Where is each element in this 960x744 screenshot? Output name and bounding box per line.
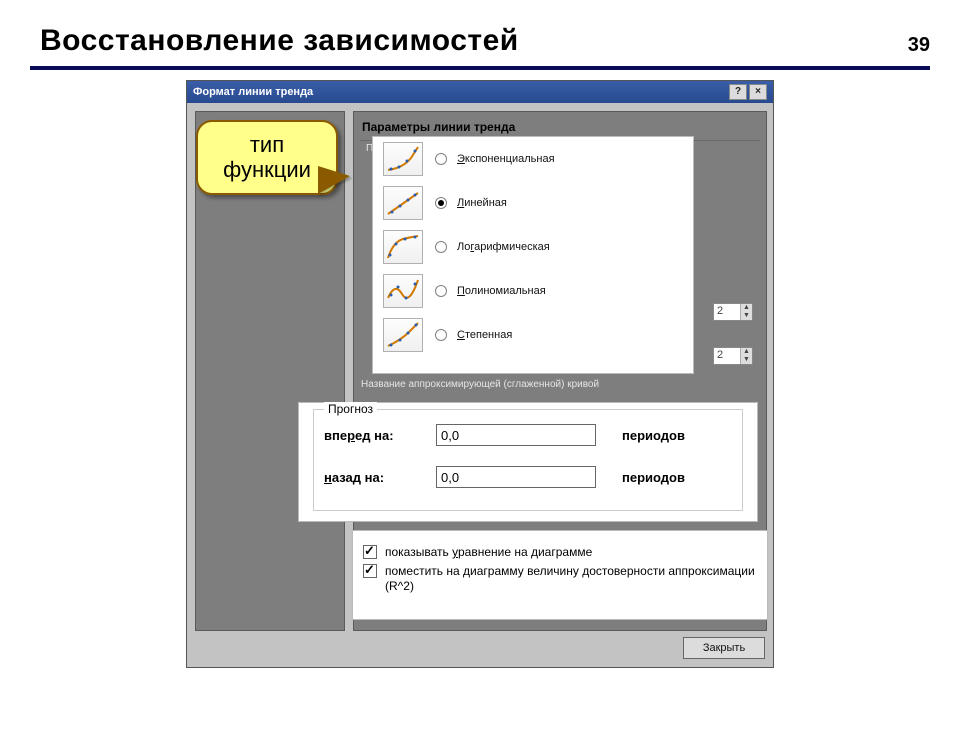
titlebar: Формат линии тренда ? × <box>187 81 773 103</box>
trend-type-label: Линейная <box>457 197 507 209</box>
radio-icon[interactable] <box>435 153 447 165</box>
window-title: Формат линии тренда <box>193 86 313 98</box>
forward-input[interactable] <box>436 424 596 446</box>
radio-icon[interactable] <box>435 197 447 209</box>
trend-type-label: Логарифмическая <box>457 241 550 253</box>
stage: Формат линии тренда ? × Тень Параметры л… <box>186 80 774 668</box>
trend-type-power[interactable]: Степенная <box>373 313 693 357</box>
check-label: показывать уравнение на диаграмме <box>385 545 592 560</box>
backward-label: назад на: <box>324 470 436 485</box>
right-pane-heading: Параметры линии тренда <box>362 120 758 134</box>
trend-type-log[interactable]: Логарифмическая <box>373 225 693 269</box>
forward-label: вперед на: <box>324 428 436 443</box>
backward-input[interactable] <box>436 466 596 488</box>
help-button[interactable]: ? <box>729 84 747 100</box>
power-thumb-icon <box>383 318 423 352</box>
checkbox-panel: показывать уравнение на диаграмме помест… <box>352 530 768 620</box>
forecast-panel: Прогноз вперед на: периодов назад на: пе… <box>298 402 758 522</box>
exponential-thumb-icon <box>383 142 423 176</box>
close-window-button[interactable]: × <box>749 84 767 100</box>
forecast-fieldset: Прогноз вперед на: периодов назад на: пе… <box>313 409 743 511</box>
log-thumb-icon <box>383 230 423 264</box>
trend-type-poly[interactable]: Полиномиальная <box>373 269 693 313</box>
radio-icon[interactable] <box>435 285 447 297</box>
linear-thumb-icon <box>383 186 423 220</box>
trend-types-panel: Экспоненциальная Линейная Логарифмическа… <box>372 136 694 374</box>
forecast-backward-row: назад на: периодов <box>324 460 732 494</box>
trend-type-linear[interactable]: Линейная <box>373 181 693 225</box>
radio-icon[interactable] <box>435 241 447 253</box>
forecast-legend: Прогноз <box>324 402 377 416</box>
radio-icon[interactable] <box>435 329 447 341</box>
trend-type-label: Полиномиальная <box>457 285 546 297</box>
checkbox-icon[interactable] <box>363 564 377 578</box>
trend-type-label: Экспоненциальная <box>457 153 555 165</box>
check-show-r2[interactable]: поместить на диаграмму величину достовер… <box>363 564 757 594</box>
checkbox-icon[interactable] <box>363 545 377 559</box>
check-show-equation[interactable]: показывать уравнение на диаграмме <box>363 545 757 560</box>
page-number: 39 <box>908 34 930 57</box>
page-title: Восстановление зависимостей <box>40 24 960 58</box>
forward-unit: периодов <box>622 428 685 443</box>
backward-unit: периодов <box>622 470 685 485</box>
trend-type-exponential[interactable]: Экспоненциальная <box>373 137 693 181</box>
spinner-arrows-icon[interactable]: ▲▼ <box>740 348 752 364</box>
callout-line: функции <box>202 157 332 182</box>
order-spinner-2[interactable]: 2 ▲▼ <box>713 347 753 365</box>
callout-tail-icon <box>320 168 350 192</box>
order-spinner-1[interactable]: 2 ▲▼ <box>713 303 753 321</box>
callout-box: тип функции <box>196 120 338 195</box>
check-label: поместить на диаграмму величину достовер… <box>385 564 757 594</box>
named-curve-label: Название аппроксимирующей (сглаженной) к… <box>361 379 599 390</box>
callout-function-type: тип функции <box>196 120 338 195</box>
title-rule <box>30 66 930 70</box>
spinner-arrows-icon[interactable]: ▲▼ <box>740 304 752 320</box>
poly-thumb-icon <box>383 274 423 308</box>
forecast-forward-row: вперед на: периодов <box>324 418 732 452</box>
callout-line: тип <box>202 132 332 157</box>
trend-type-label: Степенная <box>457 329 512 341</box>
close-button[interactable]: Закрыть <box>683 637 765 659</box>
